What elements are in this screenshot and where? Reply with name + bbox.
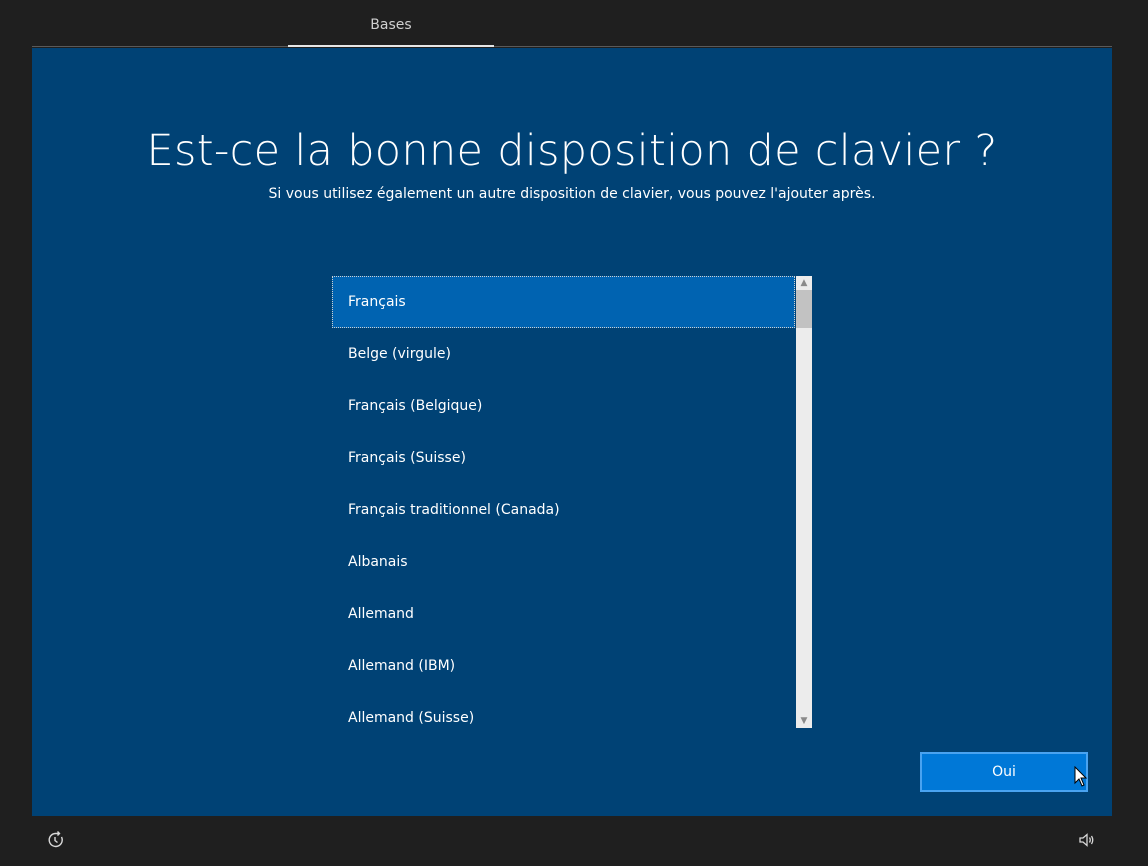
list-item[interactable]: Français xyxy=(332,276,795,328)
list-item[interactable]: Allemand (Suisse) xyxy=(332,692,795,728)
top-bar: Bases xyxy=(0,0,1148,47)
top-divider xyxy=(32,46,1112,47)
list-scrollbar[interactable]: ▲ ▼ xyxy=(796,276,812,728)
scroll-thumb[interactable] xyxy=(796,290,812,328)
list-item[interactable]: Français (Suisse) xyxy=(332,432,795,484)
setup-panel: Est-ce la bonne disposition de clavier ?… xyxy=(32,48,1112,816)
scroll-up-icon[interactable]: ▲ xyxy=(796,276,812,290)
tab-bases: Bases xyxy=(370,17,412,33)
scroll-down-icon[interactable]: ▼ xyxy=(796,714,812,728)
confirm-button[interactable]: Oui xyxy=(920,752,1088,792)
list-item[interactable]: Allemand xyxy=(332,588,795,640)
list-item[interactable]: Français traditionnel (Canada) xyxy=(332,484,795,536)
list-item[interactable]: Albanais xyxy=(332,536,795,588)
page-title: Est-ce la bonne disposition de clavier ? xyxy=(146,126,998,176)
list-item[interactable]: Belge (virgule) xyxy=(332,328,795,380)
page-subtitle: Si vous utilisez également un autre disp… xyxy=(268,186,876,202)
mouse-cursor-icon xyxy=(1074,766,1088,787)
list-item[interactable]: Allemand (IBM) xyxy=(332,640,795,692)
accessibility-icon[interactable] xyxy=(46,830,66,850)
tab-active-indicator xyxy=(288,45,494,47)
list-item[interactable]: Français (Belgique) xyxy=(332,380,795,432)
keyboard-layout-list[interactable]: Français Belge (virgule) Français (Belgi… xyxy=(332,276,812,728)
volume-icon[interactable] xyxy=(1077,830,1097,850)
